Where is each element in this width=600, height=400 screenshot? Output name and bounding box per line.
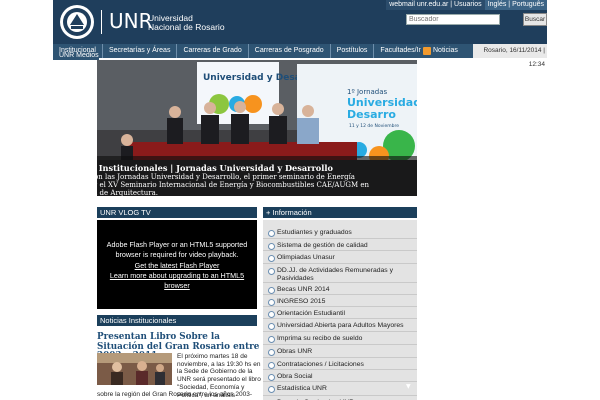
hero-banner-right-4: 11 y 12 de Noviembre xyxy=(349,123,399,129)
info-list: Estudiantes y graduados Sistema de gestió… xyxy=(263,220,417,400)
info-list-item-label: Orientación Estudiantil xyxy=(277,310,346,317)
dateline: Rosario, 16/11/2014 | 12:34 xyxy=(473,44,547,68)
info-list-item-label: Estudiantes y graduados xyxy=(277,229,352,236)
scroll-down-icon[interactable]: ▼ xyxy=(406,384,412,390)
university-seal-icon[interactable] xyxy=(59,4,95,40)
info-list-item[interactable]: Obras UNR xyxy=(263,345,417,358)
info-list-item-label: Obra Social xyxy=(277,373,313,380)
webmail-users-link[interactable]: webmail unr.edu.ar | Usuarios xyxy=(386,0,485,10)
vlog-line2: browser is required for video playback. xyxy=(115,250,239,259)
bullet-icon xyxy=(268,362,275,369)
bullet-icon xyxy=(268,230,275,237)
brand-unr[interactable]: UNR xyxy=(109,10,153,32)
info-list-item-label: INGRESO 2015 xyxy=(277,298,326,305)
html5-upgrade-link-cont[interactable]: browser xyxy=(97,281,257,291)
logo-divider xyxy=(101,10,102,34)
html5-upgrade-link[interactable]: Learn more about upgrading to an HTML5 xyxy=(97,271,257,281)
info-list-item[interactable]: Orientación Estudiantil xyxy=(263,307,417,319)
hero-text: Comenzaron las Jornadas Universidad y De… xyxy=(58,173,370,197)
main-nav: Institucional Secretarías y Áreas Carrer… xyxy=(53,44,445,58)
info-list-item-label: Olimpiadas Unasur xyxy=(277,254,335,261)
info-list-item[interactable]: INGRESO 2015 xyxy=(263,295,417,307)
info-list-item-label: Imprima su recibo de sueldo xyxy=(277,335,363,342)
bullet-icon xyxy=(268,349,275,356)
info-list-item-label: Universidad Abierta para Adultos Mayores xyxy=(277,322,404,329)
news-photo xyxy=(97,353,172,385)
info-list-item[interactable]: Obra Social xyxy=(263,370,417,382)
hero-title[interactable]: Noticias Institucionales | Jornadas Univ… xyxy=(58,163,333,173)
info-list-item-label: DD.JJ. de Actividades Remuneradas y Pasi… xyxy=(277,267,393,282)
language-link[interactable]: Inglés | Português xyxy=(484,0,547,10)
hero-banner-right-3: Desarro xyxy=(347,108,396,121)
bullet-icon xyxy=(268,299,275,306)
info-list-item[interactable]: Becas UNR 2014 xyxy=(263,283,417,295)
bullet-icon xyxy=(268,374,275,381)
nav-item-carreras-posgrado[interactable]: Carreras de Posgrado xyxy=(249,44,331,58)
hero-banner-right-1: 1º Jornadas xyxy=(347,88,388,96)
news-thumbnail[interactable] xyxy=(97,353,172,385)
page: UNR Universidad Nacional de Rosario webm… xyxy=(53,0,547,400)
info-list-item[interactable]: Olimpiadas Unasur xyxy=(263,251,417,264)
bullet-icon xyxy=(268,287,275,294)
bullet-icon xyxy=(268,243,275,250)
site-header: UNR Universidad Nacional de Rosario webm… xyxy=(53,0,547,44)
info-list-item-label: Estadística UNR xyxy=(277,385,327,392)
info-list-item[interactable]: Estudiantes y graduados xyxy=(263,226,417,239)
info-list-item[interactable]: Estadística UNR xyxy=(263,382,417,396)
info-list-item-label: Obras UNR xyxy=(277,348,313,355)
bullet-icon xyxy=(268,386,275,393)
bullet-icon xyxy=(268,336,275,343)
nav-item-unr-medios[interactable]: UNR Medios xyxy=(53,52,99,60)
info-list-item[interactable]: Base de Graduados UNR xyxy=(263,396,417,400)
rss-link[interactable]: Noticias RSS xyxy=(421,44,473,68)
info-list-item-label: Becas UNR 2014 xyxy=(277,286,330,293)
nav-item-secretarias[interactable]: Secretarías y Áreas xyxy=(103,44,178,58)
top-links: webmail unr.edu.ar | Usuarios Inglés | P… xyxy=(386,0,547,10)
search-button[interactable]: Buscar xyxy=(523,13,547,26)
info-list-item[interactable]: Imprima su recibo de sueldo xyxy=(263,332,417,345)
video-player[interactable]: Adobe Flash Player or an HTML5 supported… xyxy=(97,220,257,309)
info-list-item[interactable]: Contrataciones / Licitaciones xyxy=(263,358,417,370)
nav-item-carreras-grado[interactable]: Carreras de Grado xyxy=(177,44,249,58)
search-input[interactable] xyxy=(406,14,500,25)
flash-player-link[interactable]: Get the latest Flash Player xyxy=(97,261,257,271)
info-heading: + Información xyxy=(263,207,417,218)
bullet-icon xyxy=(268,323,275,330)
info-list-item[interactable]: Sistema de gestión de calidad xyxy=(263,239,417,251)
news-excerpt-cont: sobre la región del Gran Rosario entre l… xyxy=(97,391,253,398)
info-list-item-label: Sistema de gestión de calidad xyxy=(277,242,368,249)
brand-name[interactable]: Universidad Nacional de Rosario xyxy=(148,14,225,32)
news-heading: Noticias Institucionales xyxy=(97,315,257,326)
bullet-icon xyxy=(268,311,275,318)
info-list-item[interactable]: Universidad Abierta para Adultos Mayores xyxy=(263,319,417,332)
bullet-icon xyxy=(268,268,275,275)
brand-name-line2: Nacional de Rosario xyxy=(148,22,225,32)
rss-label: Noticias RSS xyxy=(433,47,458,68)
vlog-heading: UNR VLOG TV xyxy=(97,207,257,218)
info-list-item-label: Contrataciones / Licitaciones xyxy=(277,361,364,368)
vlog-line1: Adobe Flash Player or an HTML5 supported xyxy=(106,240,248,249)
bullet-icon xyxy=(268,255,275,262)
info-list-item[interactable]: DD.JJ. de Actividades Remuneradas y Pasi… xyxy=(263,264,417,283)
nav-item-postitulos[interactable]: Postítulos xyxy=(331,44,375,58)
rss-icon xyxy=(423,47,431,55)
